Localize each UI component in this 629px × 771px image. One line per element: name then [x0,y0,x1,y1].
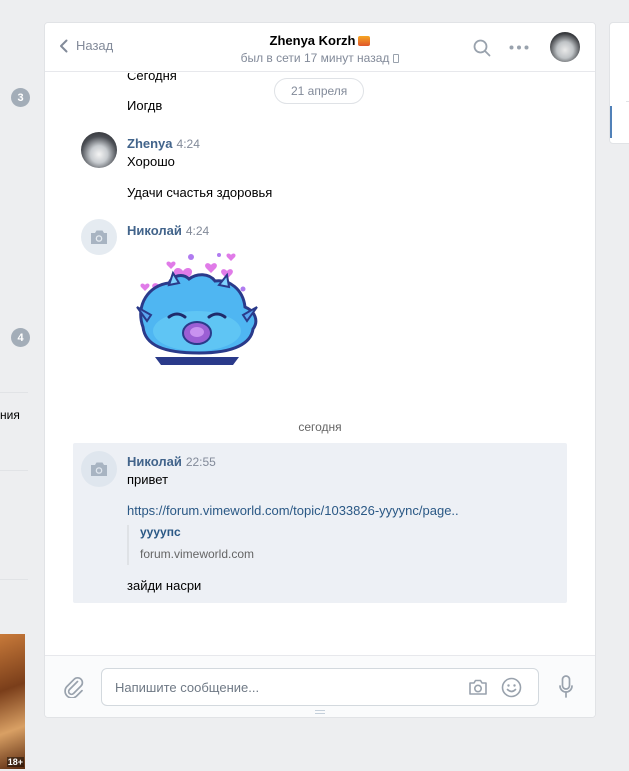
sunset-emoji-icon [358,36,371,46]
message-author-row: Zhenya 4:24 [127,136,200,151]
search-icon[interactable] [473,39,491,57]
message-text: Сегодня [127,73,177,83]
author-avatar[interactable] [81,451,117,487]
message-author[interactable]: Николай [127,223,182,238]
snippet-domain: forum.vimeworld.com [140,547,255,561]
unread-badge: 3 [11,88,30,107]
message-text: привет [127,472,169,487]
right-nav-panel [609,22,629,144]
peer-name: Zhenya Korzh [269,33,356,48]
day-separator: сегодня [298,420,342,434]
camera-icon [91,230,107,244]
message-text: Удачи счастья здоровья [127,185,273,200]
message-history[interactable]: Сегодня 21 апреля Иогдв Zhenya 4:24 Хорош… [45,73,595,655]
author-avatar[interactable] [81,132,117,168]
chat-window: Назад Zhenya Korzh был в сети 17 минут н… [44,22,596,718]
camera-icon[interactable] [468,678,488,696]
peer-avatar[interactable] [550,32,580,62]
snippet-title[interactable]: уууупс [140,525,254,539]
divider [0,579,28,580]
more-icon[interactable] [509,45,529,50]
chat-header: Назад Zhenya Korzh был в сети 17 минут н… [45,23,595,72]
ad-thumbnail[interactable]: 18+ [0,634,25,769]
message-text: Иогдв [127,98,163,113]
message-input[interactable]: Напишите сообщение... [101,668,539,706]
peer-status: был в сети 17 минут назад [240,51,390,65]
message-text: Хорошо [127,154,175,169]
left-sidebar: 3 4 ния 18+ [0,0,30,771]
message-author-row: Николай 22:55 [127,454,216,469]
active-indicator [610,106,612,138]
message-text: зайди насри [127,578,202,593]
mobile-icon [393,54,400,63]
divider [0,470,28,471]
resize-handle[interactable] [315,710,325,714]
link-snippet[interactable]: уууупс forum.vimeworld.com [127,525,254,565]
smile-icon[interactable] [501,677,522,698]
message-link[interactable]: https://forum.vimeworld.com/topic/103382… [127,503,459,518]
divider [0,392,28,393]
peer-status-row: был в сети 17 минут назад [45,51,595,65]
paperclip-icon[interactable] [63,676,85,698]
message-composer: Напишите сообщение... [45,655,595,717]
message-author[interactable]: Zhenya [127,136,173,151]
microphone-icon[interactable] [559,675,573,699]
message-time[interactable]: 22:55 [186,455,216,469]
age-rating-label: 18+ [6,757,24,767]
author-avatar[interactable] [81,219,117,255]
message-time[interactable]: 4:24 [186,224,209,238]
message-author[interactable]: Николай [127,454,182,469]
message-time[interactable]: 4:24 [177,137,200,151]
message-input-placeholder: Напишите сообщение... [115,680,260,695]
camera-icon [91,462,107,476]
unread-badge: 4 [11,328,30,347]
sidebar-partial-text[interactable]: ния [0,408,20,422]
message-author-row: Николай 4:24 [127,223,209,238]
date-pill: 21 апреля [274,78,365,104]
sticker-image[interactable] [131,245,263,373]
